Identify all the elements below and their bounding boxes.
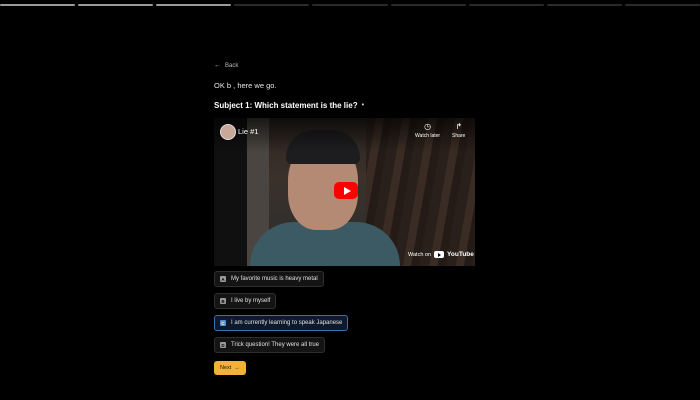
youtube-logo-icon (434, 251, 445, 258)
option-label: I live by myself (231, 298, 271, 304)
progress-segment (390, 4, 466, 6)
watch-on-youtube-link[interactable]: Watch on YouTube (408, 251, 474, 258)
greeting-text: OK b , here we go. (214, 81, 277, 90)
back-label: Back (225, 62, 239, 69)
progress-segment (546, 4, 622, 6)
next-button[interactable]: Next → (214, 361, 246, 375)
share-button[interactable]: ↱ Share (452, 122, 466, 140)
youtube-brand-text: YouTube (447, 251, 474, 258)
option-key: C (220, 320, 226, 326)
option-key: A (220, 276, 226, 282)
question-heading: Subject 1: Which statement is the lie? • (214, 101, 484, 110)
channel-avatar[interactable] (220, 124, 236, 140)
option-label: Trick question! They were all true (231, 342, 320, 348)
watch-later-button[interactable]: ◷ Watch later (415, 122, 441, 140)
video-title[interactable]: Lie #1 (238, 127, 258, 136)
answer-option[interactable]: A My favorite music is heavy metal (214, 271, 324, 287)
answer-option-selected[interactable]: C I am currently learning to speak Japan… (214, 315, 349, 331)
clock-icon: ◷ (424, 122, 432, 131)
page: ← Back OK b , here we go. Subject 1: Whi… (0, 0, 700, 400)
progress-segment (624, 4, 700, 6)
next-label: Next (220, 365, 232, 371)
question-text: Subject 1: Which statement is the lie? (214, 101, 358, 110)
progress-segment (312, 4, 388, 6)
progress-segment (156, 4, 232, 6)
back-link[interactable]: ← Back (214, 62, 238, 69)
progress-segment (0, 4, 76, 6)
play-button[interactable] (334, 182, 358, 199)
arrow-left-icon: ← (214, 62, 221, 69)
watch-later-label: Watch later (415, 133, 441, 139)
main-content: ← Back OK b , here we go. Subject 1: Whi… (214, 54, 484, 375)
progress-segment (234, 4, 310, 6)
watch-on-label: Watch on (408, 251, 432, 258)
option-key: B (220, 298, 226, 304)
option-label: I am currently learning to speak Japanes… (231, 320, 343, 326)
answer-option[interactable]: B I live by myself (214, 293, 277, 309)
progress-segment (78, 4, 154, 6)
share-icon: ↱ (455, 122, 463, 131)
progress-segment (468, 4, 544, 6)
option-key: D (220, 342, 226, 348)
question-marker: • (361, 102, 365, 109)
answer-option[interactable]: D Trick question! They were all true (214, 337, 326, 353)
progress-bar (0, 4, 700, 6)
option-label: My favorite music is heavy metal (231, 276, 318, 282)
answer-options: A My favorite music is heavy metal B I l… (214, 271, 484, 353)
arrow-right-icon: → (234, 365, 240, 371)
play-icon (343, 186, 351, 195)
share-label: Share (452, 133, 466, 139)
video-player[interactable]: Lie #1 ◷ Watch later ↱ Share Watch on Yo… (214, 118, 475, 266)
